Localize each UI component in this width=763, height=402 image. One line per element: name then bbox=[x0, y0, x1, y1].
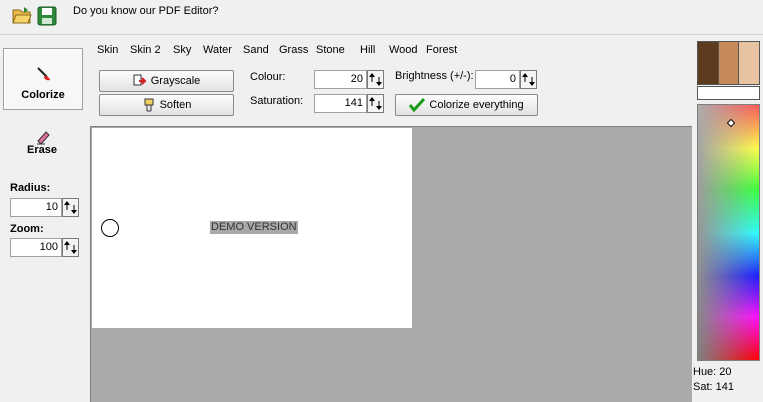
category-forest[interactable]: Forest bbox=[426, 44, 457, 56]
radius-spinner[interactable] bbox=[62, 198, 79, 217]
category-wood[interactable]: Wood bbox=[389, 44, 418, 56]
save-icon[interactable] bbox=[36, 5, 58, 27]
soften-icon bbox=[144, 98, 154, 112]
selected-color-swatch bbox=[697, 86, 760, 100]
category-sand[interactable]: Sand bbox=[243, 44, 269, 56]
saturation-input[interactable]: 141 bbox=[314, 94, 367, 113]
brush-cursor-icon bbox=[101, 219, 119, 237]
hue-readout: Hue: 20 bbox=[693, 366, 732, 378]
grayscale-icon bbox=[133, 74, 147, 86]
zoom-input[interactable]: 100 bbox=[10, 238, 62, 257]
colour-label: Colour: bbox=[250, 71, 286, 83]
grayscale-button[interactable]: Grayscale bbox=[99, 70, 234, 92]
soften-button[interactable]: Soften bbox=[99, 94, 234, 116]
color-picker[interactable] bbox=[697, 104, 760, 361]
saturation-spinner[interactable] bbox=[367, 94, 384, 113]
color-swatches[interactable] bbox=[697, 41, 760, 85]
category-water[interactable]: Water bbox=[203, 44, 232, 56]
zoom-spinner[interactable] bbox=[62, 238, 79, 257]
sat-readout: Sat: 141 bbox=[693, 381, 734, 393]
category-sky[interactable]: Sky bbox=[173, 44, 191, 56]
colour-input[interactable]: 20 bbox=[314, 70, 367, 89]
category-skin-2[interactable]: Skin 2 bbox=[130, 44, 161, 56]
demo-watermark: DEMO VERSION bbox=[210, 221, 298, 234]
saturation-label: Saturation: bbox=[250, 95, 304, 107]
category-skin[interactable]: Skin bbox=[97, 44, 118, 56]
zoom-label: Zoom: bbox=[10, 223, 44, 235]
category-grass[interactable]: Grass bbox=[279, 44, 308, 56]
colorize-everything-label: Colorize everything bbox=[429, 99, 524, 111]
erase-tool-button[interactable]: Erase bbox=[3, 120, 81, 180]
swatch-medium[interactable] bbox=[718, 42, 740, 84]
swatch-dark[interactable] bbox=[698, 42, 719, 84]
colorize-label: Colorize bbox=[21, 89, 65, 101]
category-stone[interactable]: Stone bbox=[316, 44, 345, 56]
colorize-tool-button[interactable]: Colorize bbox=[3, 48, 83, 110]
grayscale-label: Grayscale bbox=[150, 75, 201, 87]
promo-message[interactable]: Do you know our PDF Editor? bbox=[73, 5, 219, 17]
checkmark-icon bbox=[409, 98, 426, 113]
colour-spinner[interactable] bbox=[367, 70, 384, 89]
brightness-input[interactable]: 0 bbox=[475, 70, 520, 89]
brightness-spinner[interactable] bbox=[520, 70, 537, 89]
swatch-light[interactable] bbox=[739, 42, 760, 84]
radius-label: Radius: bbox=[10, 182, 51, 194]
erase-label: Erase bbox=[27, 144, 57, 156]
radius-input[interactable]: 10 bbox=[10, 198, 62, 217]
brightness-label: Brightness (+/-): bbox=[395, 70, 474, 82]
open-folder-icon[interactable] bbox=[11, 5, 33, 27]
colorize-everything-button[interactable]: Colorize everything bbox=[395, 94, 538, 116]
category-hill[interactable]: Hill bbox=[360, 44, 375, 56]
brush-icon bbox=[37, 67, 50, 81]
soften-label: Soften bbox=[159, 99, 192, 111]
